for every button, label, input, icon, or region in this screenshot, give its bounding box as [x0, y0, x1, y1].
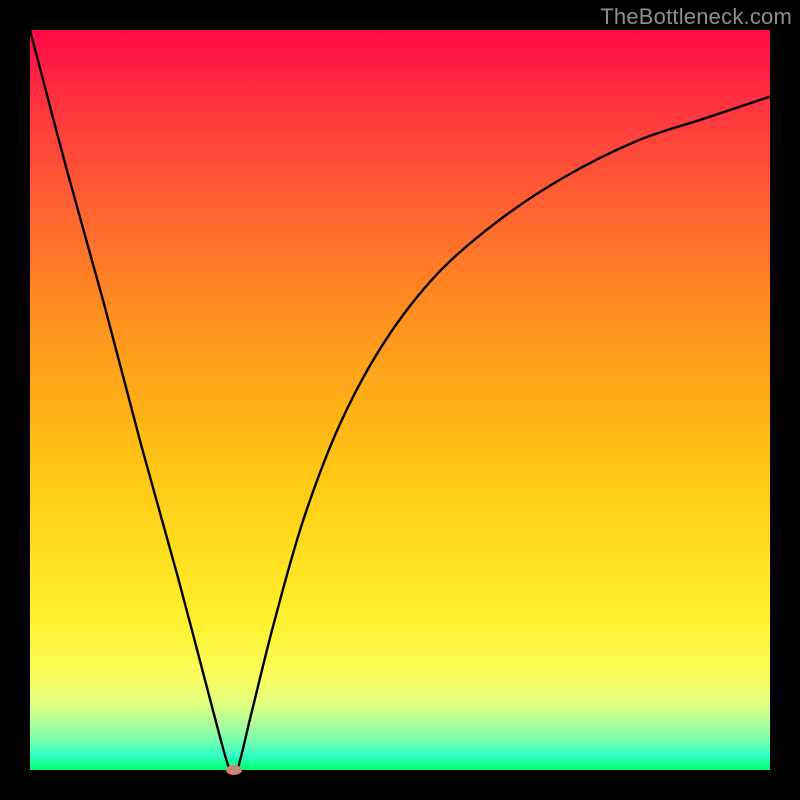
chart-curve — [30, 30, 770, 770]
min-marker — [226, 765, 242, 775]
chart-frame: TheBottleneck.com — [0, 0, 800, 800]
plot-area — [30, 30, 770, 770]
watermark-text: TheBottleneck.com — [600, 4, 792, 30]
